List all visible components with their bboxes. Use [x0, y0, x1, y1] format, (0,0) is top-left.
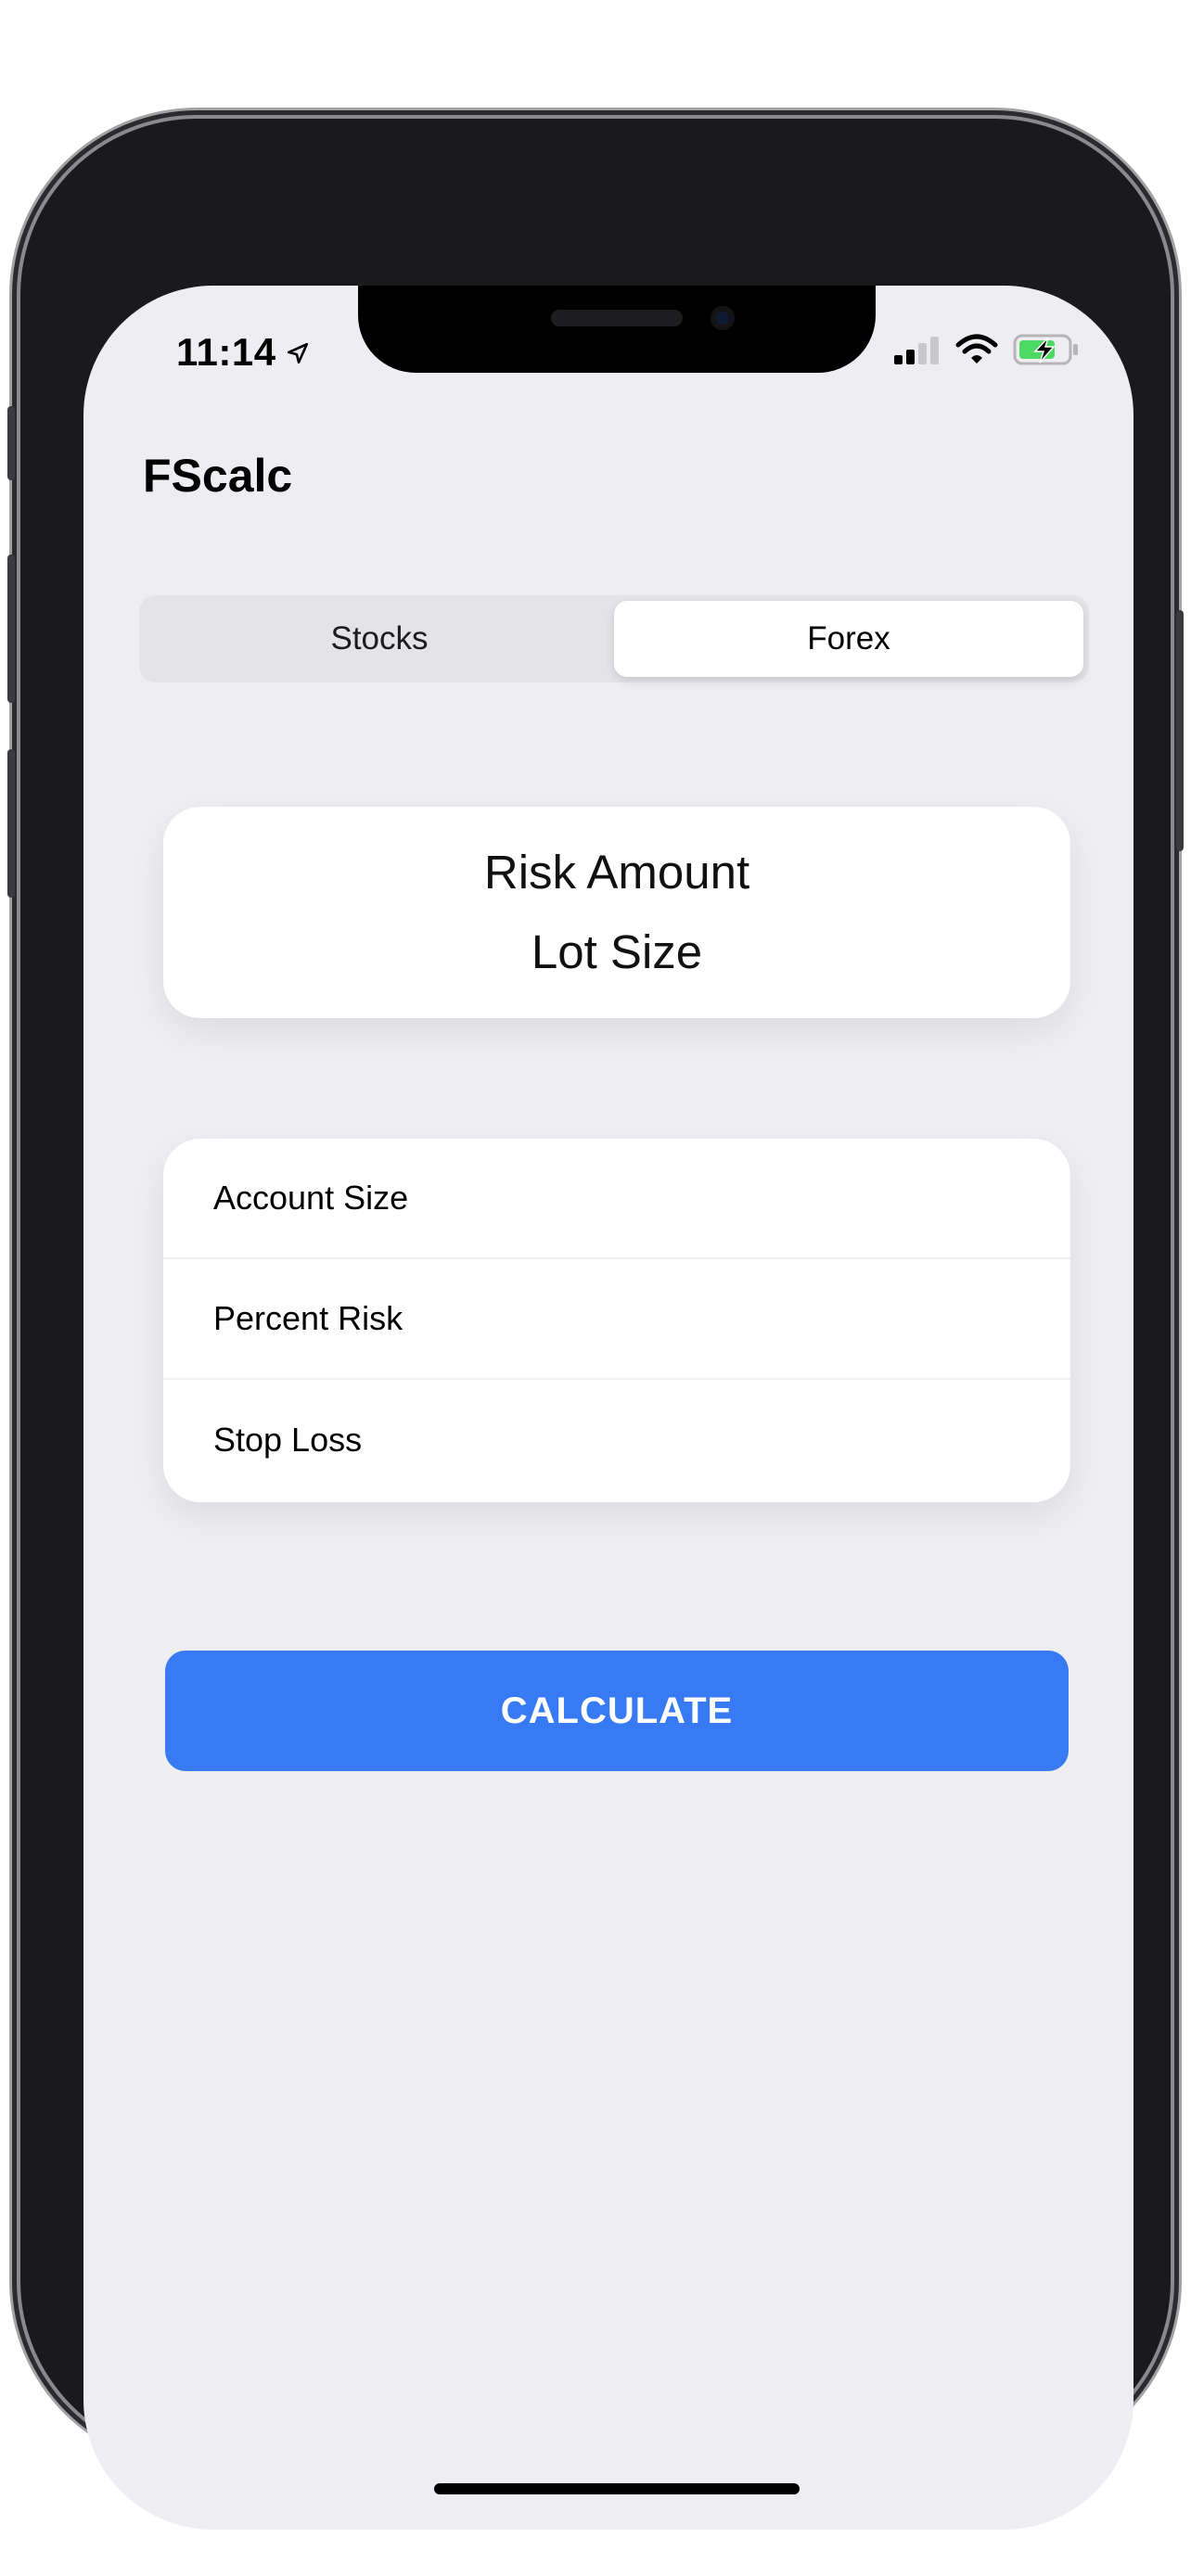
- segment-forex[interactable]: Forex: [614, 601, 1083, 677]
- status-time-group: 11:14: [176, 330, 310, 375]
- power-button: [1176, 610, 1184, 851]
- percent-risk-input[interactable]: [211, 1298, 1031, 1339]
- market-segmented-control: Stocks Forex: [139, 595, 1089, 682]
- input-form-card: [163, 1139, 1070, 1502]
- volume-up-button: [7, 555, 15, 703]
- battery-charging-icon: [1013, 334, 1080, 370]
- status-time: 11:14: [176, 330, 276, 374]
- cellular-signal-icon: [892, 335, 941, 369]
- app-title: FScalc: [143, 450, 293, 502]
- silent-switch: [7, 406, 15, 480]
- account-size-input[interactable]: [211, 1178, 1031, 1218]
- volume-down-button: [7, 749, 15, 898]
- wifi-icon: [955, 334, 998, 370]
- notch: [358, 286, 876, 373]
- home-indicator[interactable]: [434, 2483, 800, 2494]
- location-arrow-icon: [286, 330, 310, 375]
- lot-size-label: Lot Size: [531, 925, 703, 978]
- risk-amount-label: Risk Amount: [483, 846, 750, 899]
- status-indicators: [892, 334, 1080, 370]
- phone-frame: 11:14 FScalc Stocks Forex Risk Amount Lo…: [7, 119, 1184, 2530]
- screen: 11:14 FScalc Stocks Forex Risk Amount Lo…: [83, 286, 1133, 2530]
- stop-loss-input[interactable]: [211, 1420, 1031, 1460]
- result-card: Risk Amount Lot Size: [163, 807, 1070, 1018]
- calculate-button[interactable]: CALCULATE: [165, 1651, 1069, 1771]
- percent-risk-row: [163, 1259, 1070, 1380]
- account-size-row: [163, 1139, 1070, 1259]
- segment-stocks[interactable]: Stocks: [145, 601, 614, 677]
- stop-loss-row: [163, 1380, 1070, 1500]
